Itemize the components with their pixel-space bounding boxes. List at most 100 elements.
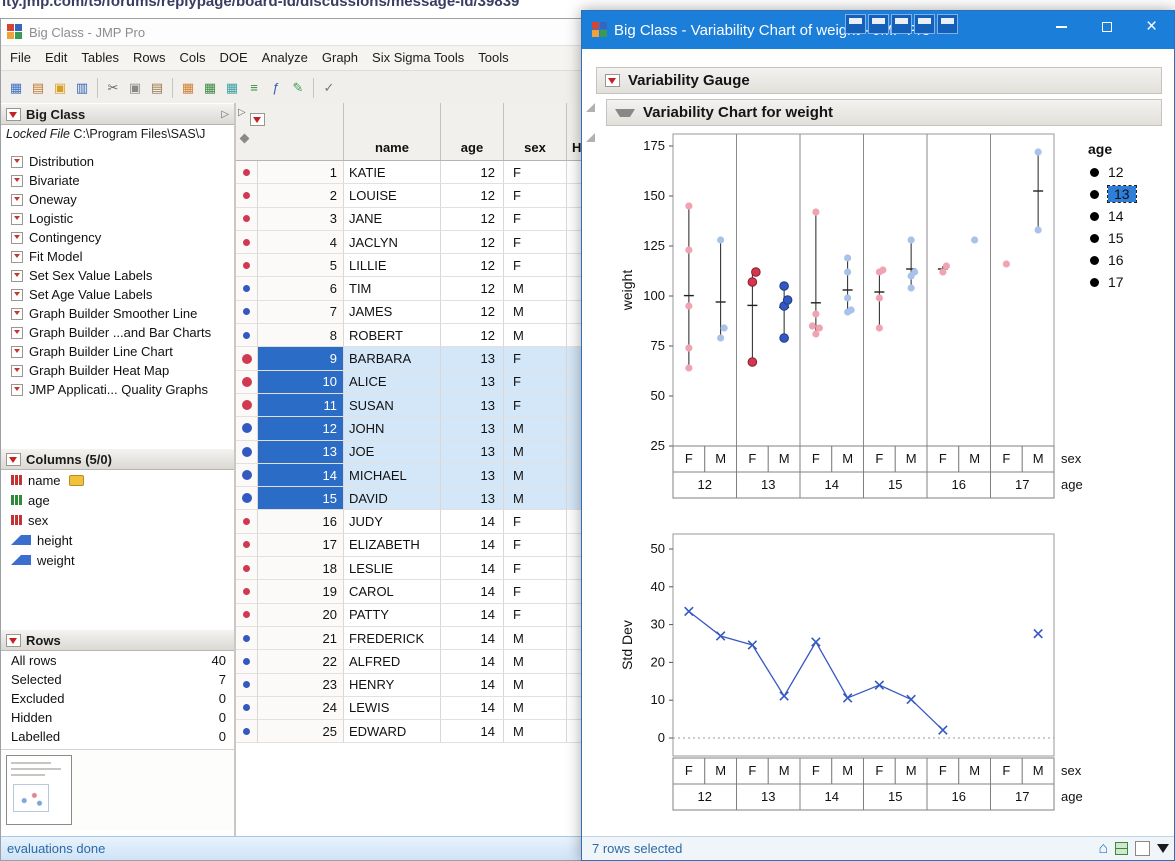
new-journal-icon[interactable]: ▤ [28,78,48,98]
table-row[interactable]: 8 ROBERT 12 M [236,324,591,348]
cell-sex[interactable]: M [504,300,567,325]
menu-tools[interactable]: Tools [471,46,515,70]
table-row[interactable]: 13 JOE 13 M [236,440,591,464]
data-table-icon[interactable]: ▦ [178,78,198,98]
column-header-sex[interactable]: sex [504,103,567,160]
table-row[interactable]: 20 PATTY 14 F [236,603,591,627]
table-row[interactable]: 17 ELIZABETH 14 F [236,533,591,558]
cell-name[interactable]: JOE [344,440,441,464]
table-row[interactable]: 16 JUDY 14 F [236,510,591,534]
row-state-cell[interactable] [236,300,258,325]
table-panel-header[interactable]: Big Class ▷ [1,103,234,125]
legend-item-16[interactable]: 16 [1086,249,1172,271]
cell-age[interactable]: 12 [441,207,504,231]
row-number-cell[interactable]: 8 [258,324,344,348]
table-row[interactable]: 6 TIM 12 M [236,277,591,301]
script-item-fit-model[interactable]: Fit Model [1,247,234,266]
cell-name[interactable]: BARBARA [344,347,441,371]
row-number-cell[interactable]: 10 [258,370,344,394]
data-point[interactable] [812,330,820,338]
cell-sex[interactable]: M [504,440,567,464]
script-item-distribution[interactable]: Distribution [1,152,234,171]
table-row[interactable]: 24 LEWIS 14 M [236,696,591,721]
cell-name[interactable]: JANE [344,207,441,231]
cell-sex[interactable]: F [504,161,567,185]
row-number-cell[interactable]: 4 [258,230,344,255]
row-state-cell[interactable] [236,230,258,255]
row-number-cell[interactable]: 1 [258,161,344,185]
table-row[interactable]: 15 DAVID 13 M [236,487,591,511]
cell-name[interactable]: LOUISE [344,184,441,208]
menu-six-sigma-tools[interactable]: Six Sigma Tools [365,46,471,70]
column-item-weight[interactable]: weight [1,550,234,570]
row-state-cell[interactable] [236,650,258,674]
column-item-sex[interactable]: sex [1,510,234,530]
cell-sex[interactable]: F [504,184,567,208]
row-number-cell[interactable]: 19 [258,580,344,604]
legend-item-12[interactable]: 12 [1086,161,1172,183]
red-triangle-menu-icon[interactable] [605,74,620,87]
script-item-logistic[interactable]: Logistic [1,209,234,228]
data-point[interactable] [844,254,852,262]
red-triangle-menu-icon[interactable] [6,107,21,121]
cell-name[interactable]: LILLIE [344,254,441,278]
formula-icon[interactable]: ƒ [266,78,286,98]
cell-name[interactable]: ELIZABETH [344,533,441,558]
table-row[interactable]: 12 JOHN 13 M [236,417,591,441]
cell-name[interactable]: ROBERT [344,324,441,348]
data-point[interactable] [751,267,761,277]
menu-edit[interactable]: Edit [38,46,74,70]
row-state-cell[interactable] [236,254,258,278]
row-state-cell[interactable] [236,557,258,581]
data-point[interactable] [685,202,693,210]
cell-sex[interactable]: F [504,347,567,371]
data-point[interactable] [685,364,693,372]
grip-box[interactable] [1135,841,1150,856]
script-item-set-age-value-labels[interactable]: Set Age Value Labels [1,285,234,304]
row-number-cell[interactable]: 13 [258,440,344,464]
data-point[interactable] [907,284,915,292]
row-state-cell[interactable] [236,580,258,604]
data-point[interactable] [907,236,915,244]
data-point[interactable] [879,266,887,274]
row-state-cell[interactable] [236,440,258,464]
row-number-cell[interactable]: 25 [258,720,344,744]
cell-age[interactable]: 14 [441,580,504,604]
home-icon[interactable]: ⌂ [1098,840,1108,857]
cell-age[interactable]: 12 [441,254,504,278]
columns-panel-header[interactable]: Columns (5/0) [1,448,234,470]
row-state-cell[interactable] [236,696,258,721]
data-point[interactable] [971,236,979,244]
graph-table-icon[interactable]: ▦ [222,78,242,98]
cell-sex[interactable]: F [504,510,567,534]
row-number-cell[interactable]: 24 [258,696,344,721]
grid-corner-cell[interactable]: ▷ [236,103,344,160]
row-number-cell[interactable]: 2 [258,184,344,208]
cell-age[interactable]: 13 [441,417,504,441]
panel-expand-icon[interactable]: ▷ [221,109,229,120]
column-item-height[interactable]: height [1,530,234,550]
maximize-button[interactable] [1084,11,1129,43]
cell-sex[interactable]: F [504,580,567,604]
row-state-cell[interactable] [236,347,258,371]
data-point[interactable] [717,236,725,244]
table-row[interactable]: 22 ALFRED 14 M [236,650,591,674]
floating-button-1[interactable] [845,14,866,34]
cell-sex[interactable]: M [504,650,567,674]
data-point[interactable] [875,294,883,302]
script-item-graph-builder-heat-map[interactable]: Graph Builder Heat Map [1,361,234,380]
table-row[interactable]: 4 JACLYN 12 F [236,230,591,255]
cell-name[interactable]: EDWARD [344,720,441,744]
data-point[interactable] [939,268,947,276]
table-row[interactable]: 9 BARBARA 13 F [236,347,591,371]
cell-name[interactable]: JUDY [344,510,441,534]
cell-age[interactable]: 14 [441,696,504,721]
row-number-cell[interactable]: 6 [258,277,344,301]
cell-age[interactable]: 12 [441,184,504,208]
data-point[interactable] [812,310,820,318]
script-item-jmp-applicati-quality-graphs[interactable]: JMP Applicati... Quality Graphs [1,380,234,399]
summary-table-icon[interactable]: ▦ [200,78,220,98]
data-point[interactable] [685,246,693,254]
cell-age[interactable]: 12 [441,230,504,255]
script-item-graph-builder-and-bar-charts[interactable]: Graph Builder ...and Bar Charts [1,323,234,342]
